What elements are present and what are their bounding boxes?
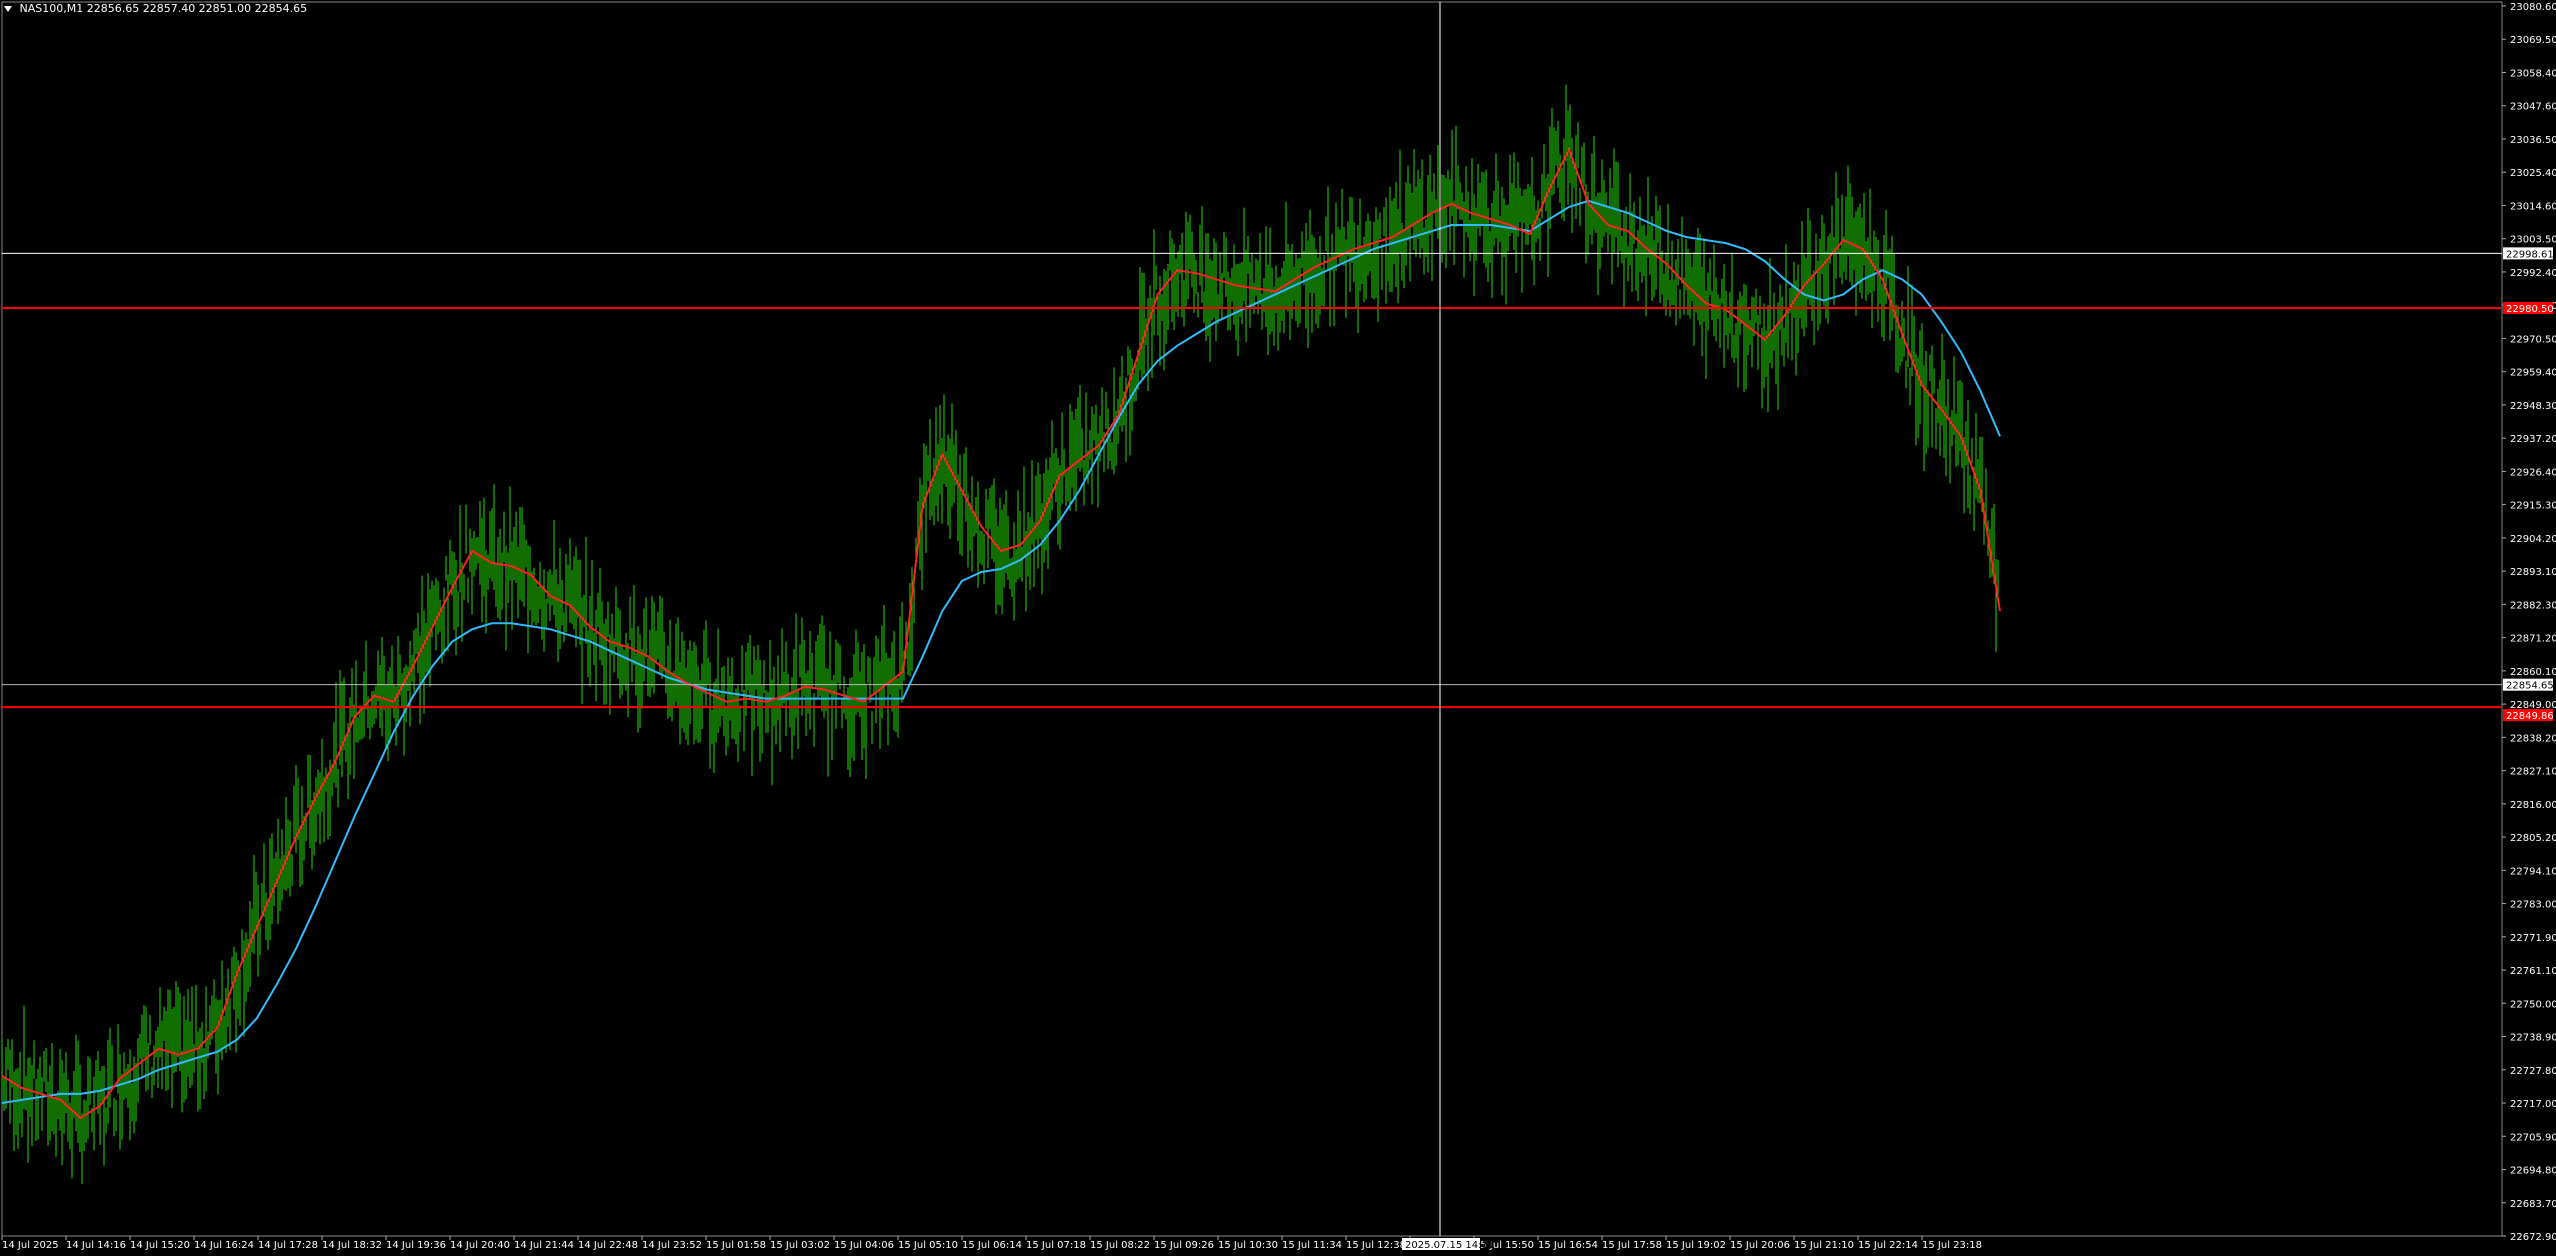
y-tick-label: 23069.50: [2510, 35, 2556, 46]
y-tick-label: 22915.30: [2510, 501, 2556, 512]
y-tick-label: 22871.20: [2510, 634, 2556, 645]
level-price-upper-tag: 22980.50: [2506, 304, 2554, 315]
x-tick-label: 14 Jul 22:48: [578, 1240, 638, 1251]
level-price-lower-tag: 22849.86: [2506, 711, 2554, 722]
y-tick-label: 22672.90: [2510, 1232, 2556, 1243]
x-tick-label: 14 Jul 23:52: [642, 1240, 702, 1251]
x-tick-label: 15 Jul 21:10: [1794, 1240, 1854, 1251]
y-tick-label: 22882.30: [2510, 600, 2556, 611]
x-tick-label: 15 Jul 22:14: [1858, 1240, 1918, 1251]
x-tick-label: 15 Jul 11:34: [1282, 1240, 1342, 1251]
x-tick-label: 15 Jul 12:38: [1346, 1240, 1406, 1251]
x-tick-label: 15 Jul 23:18: [1922, 1240, 1982, 1251]
crosshair-time-tag: 2025.07.15 14:11: [1405, 1240, 1494, 1251]
y-tick-label: 22705.90: [2510, 1132, 2556, 1143]
y-tick-label: 22794.10: [2510, 866, 2556, 877]
x-tick-label: 14 Jul 15:20: [130, 1240, 190, 1251]
x-tick-label: 14 Jul 19:36: [386, 1240, 446, 1251]
plot-frame: [1, 1, 2503, 1237]
x-tick-label: 15 Jul 06:14: [962, 1240, 1022, 1251]
x-tick-label: 15 Jul 05:10: [898, 1240, 958, 1251]
crosshair-price-tag: 22998.61: [2506, 249, 2554, 260]
y-tick-label: 23014.60: [2510, 201, 2556, 212]
x-tick-label: 15 Jul 08:22: [1090, 1240, 1150, 1251]
y-tick-label: 22926.40: [2510, 467, 2556, 478]
y-tick-label: 22959.40: [2510, 368, 2556, 379]
y-tick-label: 22805.20: [2510, 833, 2556, 844]
x-tick-label: 14 Jul 16:24: [194, 1240, 254, 1251]
y-tick-label: 22783.00: [2510, 900, 2556, 911]
y-tick-label: 22750.00: [2510, 999, 2556, 1010]
x-tick-label: 14 Jul 17:28: [258, 1240, 318, 1251]
y-tick-label: 22694.80: [2510, 1166, 2556, 1177]
y-tick-label: 23047.60: [2510, 102, 2556, 113]
y-tick-label: 22992.40: [2510, 268, 2556, 279]
y-tick-label: 22761.10: [2510, 966, 2556, 977]
y-tick-label: 22717.00: [2510, 1099, 2556, 1110]
y-tick-label: 22838.20: [2510, 733, 2556, 744]
y-tick-label: 22860.10: [2510, 667, 2556, 678]
y-tick-label: 22937.20: [2510, 434, 2556, 445]
x-tick-label: 15 Jul 16:54: [1538, 1240, 1598, 1251]
current-price-tag: 22854.65: [2506, 681, 2554, 692]
x-tick-label: 14 Jul 18:32: [322, 1240, 382, 1251]
y-tick-label: 22970.50: [2510, 334, 2556, 345]
x-tick-label: 15 Jul 03:02: [770, 1240, 830, 1251]
y-tick-label: 22683.70: [2510, 1199, 2556, 1210]
y-tick-label: 22771.90: [2510, 933, 2556, 944]
x-tick-label: 15 Jul 04:06: [834, 1240, 894, 1251]
y-tick-label: 22816.00: [2510, 800, 2556, 811]
y-tick-label: 22827.10: [2510, 767, 2556, 778]
price-chart[interactable]: 23080.60 23069.50 23058.40 23047.60 23036.50…: [0, 0, 2556, 1256]
candles: [1, 84, 1999, 1185]
y-tick-label: 22738.90: [2510, 1033, 2556, 1044]
x-tick-label: 15 Jul 09:26: [1154, 1240, 1214, 1251]
x-tick-label: 14 Jul 14:16: [66, 1240, 126, 1251]
x-tick-label: 14 Jul 21:44: [514, 1240, 574, 1251]
x-tick-label: 14 Jul 20:40: [450, 1240, 510, 1251]
y-tick-label: 22948.30: [2510, 401, 2556, 412]
x-tick-label: 15 Jul 01:58: [706, 1240, 766, 1251]
x-tick-label: 15 Jul 10:30: [1218, 1240, 1278, 1251]
x-tick-label: 15 Jul 20:06: [1730, 1240, 1790, 1251]
y-tick-label: 22893.10: [2510, 567, 2556, 578]
x-tick-label: 15 Jul 17:58: [1602, 1240, 1662, 1251]
y-tick-label: 22727.80: [2510, 1066, 2556, 1077]
y-tick-label: 23036.50: [2510, 135, 2556, 146]
x-tick-label: 14 Jul 2025: [2, 1240, 59, 1251]
y-tick-label: 22904.20: [2510, 534, 2556, 545]
y-tick-label: 23025.40: [2510, 168, 2556, 179]
y-tick-label: 23080.60: [2510, 2, 2556, 13]
y-tick-label: 23003.50: [2510, 235, 2556, 246]
ma-slow-line: [1, 199, 2001, 1104]
x-tick-label: 15 Jul 19:02: [1666, 1240, 1726, 1251]
y-tick-label: 23058.40: [2510, 68, 2556, 79]
x-tick-label: 15 Jul 07:18: [1026, 1240, 1086, 1251]
